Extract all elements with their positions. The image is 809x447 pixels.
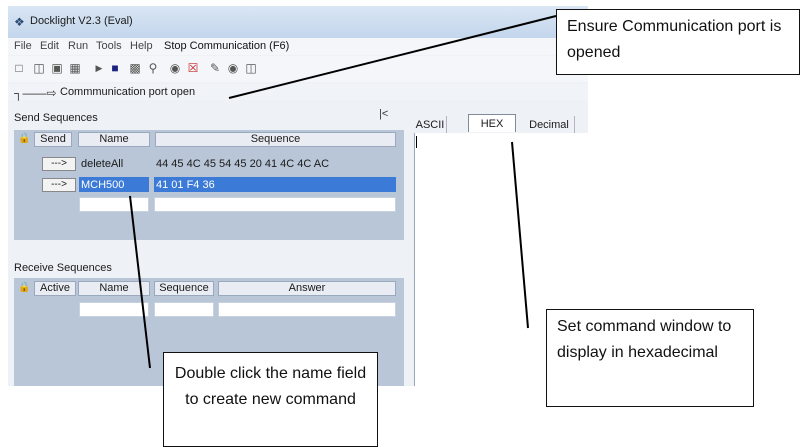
pointer-line-bottom [129, 195, 151, 369]
pointer-line-top [228, 15, 557, 99]
callout-create-command: Double click the name field to create ne… [163, 352, 378, 447]
callout-ensure-port-open: Ensure Communication port is opened [556, 9, 800, 75]
callout-hex-display: Set command window to display in hexadec… [546, 309, 754, 407]
pointer-line-right [511, 141, 529, 329]
